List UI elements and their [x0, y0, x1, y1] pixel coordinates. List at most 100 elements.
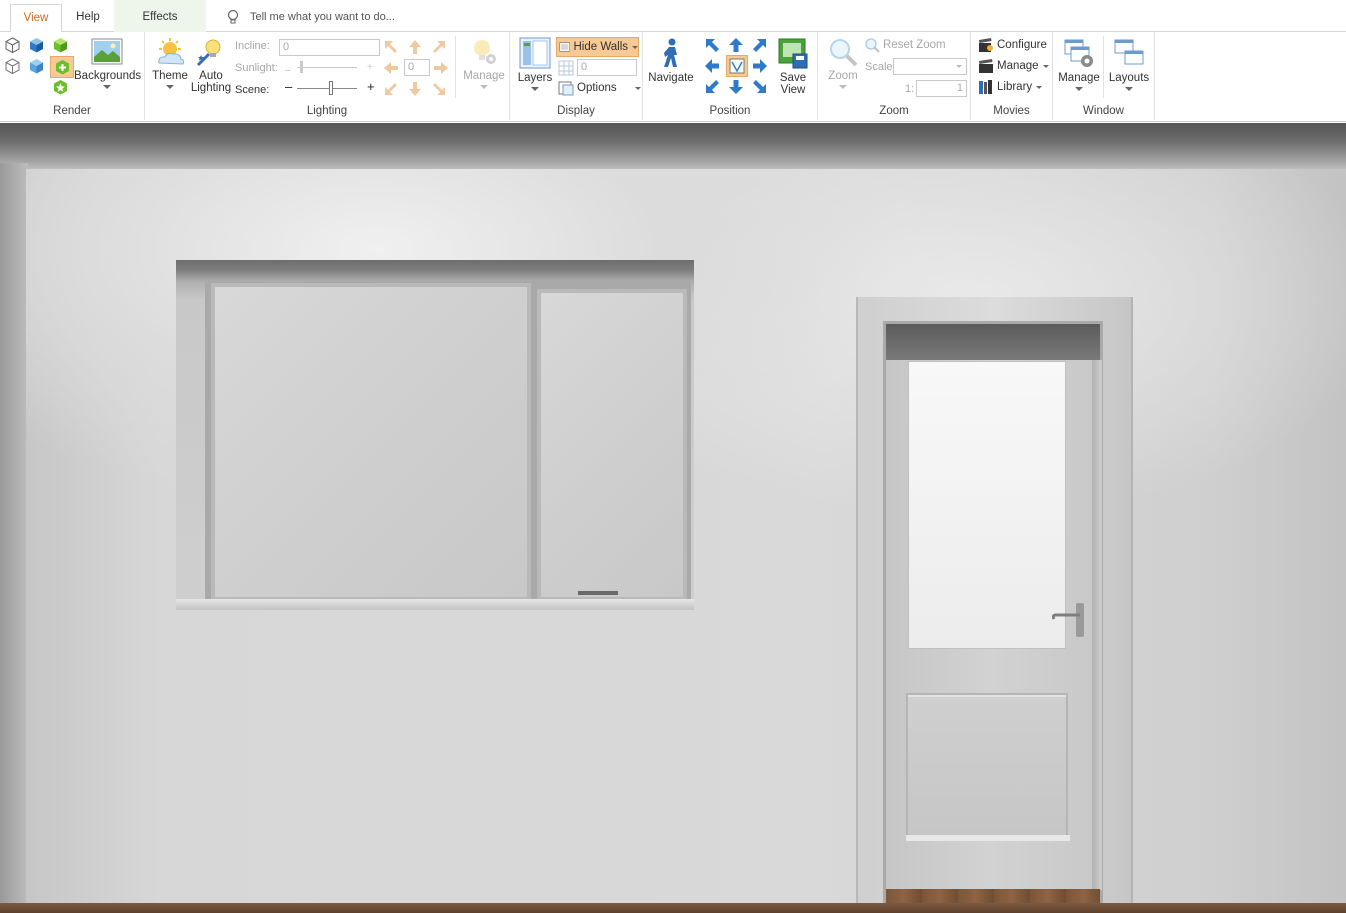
hide-walls-button[interactable]: Hide Walls [556, 37, 639, 57]
theme-label: Theme [152, 70, 188, 82]
backgrounds-label: Backgrounds [74, 70, 142, 82]
hide-walls-label: Hide Walls [573, 41, 628, 53]
ceiling [0, 123, 1346, 171]
incline-input[interactable]: 0 [279, 39, 380, 56]
layouts-button[interactable]: Layouts [1107, 37, 1151, 91]
auto-lighting-label: Auto Lighting [190, 70, 232, 94]
layouts-icon [1114, 39, 1144, 65]
star-cube-icon[interactable] [52, 79, 69, 96]
display-group-label: Display [557, 105, 595, 117]
configure-movie-button[interactable]: Configure [978, 36, 1047, 54]
configure-label: Configure [997, 39, 1047, 51]
scene-slider[interactable]: – + [285, 79, 377, 95]
window-sill [176, 599, 694, 610]
theme-button[interactable]: Theme [150, 37, 190, 89]
movie-library-button[interactable]: Library [978, 78, 1043, 96]
movies-group-label: Movies [993, 105, 1030, 117]
movies-group: Configure Manage Library Movies [971, 32, 1053, 120]
walking-person-icon [664, 38, 677, 67]
green-cube-icon[interactable] [52, 37, 69, 54]
render-group: Backgrounds Render [0, 32, 145, 120]
reset-zoom-button[interactable]: Reset Zoom [864, 36, 946, 54]
sunlight-slider[interactable]: – + [285, 60, 373, 76]
navigate-label: Navigate [648, 72, 694, 84]
arrow-left-sun-icon[interactable] [383, 60, 399, 76]
wireframe-icon[interactable] [4, 37, 21, 54]
sun-cloud-icon [158, 38, 185, 65]
magnifier-icon [830, 39, 858, 67]
navigate-button[interactable]: Navigate [647, 37, 695, 84]
tab-view[interactable]: View [10, 4, 62, 33]
auto-lighting-button[interactable]: Auto Lighting [189, 37, 233, 94]
scale-ratio-prefix: 1: [905, 83, 915, 95]
blue-cube-icon[interactable] [28, 58, 45, 75]
window-manage-button[interactable]: Manage [1057, 37, 1101, 91]
zoom-group-label: Zoom [879, 105, 909, 117]
tab-help[interactable]: Help [64, 4, 112, 32]
3d-viewport[interactable] [0, 123, 1346, 913]
arrow-up-left-sun-icon[interactable] [383, 39, 399, 55]
layers-button[interactable]: Layers [516, 37, 554, 91]
arrow-up-right-icon[interactable] [752, 37, 768, 53]
hide-walls-icon [559, 42, 571, 52]
grid-spacing-input[interactable]: 0 [577, 59, 637, 76]
magic-wand-bulb-icon [196, 39, 221, 67]
tab-effects[interactable]: Effects [114, 0, 206, 32]
arrow-left-icon[interactable] [704, 58, 720, 74]
windows-gear-icon [1064, 39, 1093, 67]
arrow-down-right-icon[interactable] [752, 79, 768, 95]
options-icon [558, 81, 574, 96]
library-label: Library [997, 81, 1033, 93]
arrow-right-sun-icon[interactable] [433, 60, 449, 76]
door-glass-panel [908, 361, 1066, 649]
door-head [886, 324, 1100, 360]
library-books-icon [979, 80, 992, 94]
backgrounds-button[interactable]: Backgrounds [74, 37, 142, 89]
arrow-up-sun-icon[interactable] [407, 39, 423, 55]
arrow-down-sun-icon[interactable] [407, 81, 423, 97]
layers-label: Layers [517, 72, 553, 84]
window-pane-left [211, 283, 531, 601]
lighting-group-label: Lighting [306, 105, 348, 117]
window-group-label: Window [1083, 105, 1124, 117]
zoom-button[interactable]: Zoom [823, 37, 863, 89]
arrow-down-right-sun-icon[interactable] [431, 81, 447, 97]
arrow-down-icon[interactable] [728, 79, 744, 95]
ribbon-tab-bar: View Help Effects Tell me what you want … [0, 0, 1346, 33]
arrow-up-left-icon[interactable] [704, 37, 720, 53]
window-group: Manage Layouts Window [1053, 32, 1155, 120]
arrow-right-icon[interactable] [752, 58, 768, 74]
arrow-down-left-sun-icon[interactable] [383, 81, 399, 97]
arrow-down-left-icon[interactable] [704, 79, 720, 95]
scene-label: Scene: [235, 84, 270, 96]
options-button[interactable]: Options [558, 79, 641, 97]
window-pane-right [537, 289, 687, 601]
lighting-manage-button[interactable]: Manage [461, 37, 507, 89]
clapperboard-gear-icon [979, 38, 993, 52]
save-view-button[interactable]: Save View [773, 37, 813, 96]
window-separator [1103, 36, 1104, 98]
grid-icon [558, 60, 574, 76]
tell-me-search[interactable]: Tell me what you want to do... [226, 8, 395, 26]
clapperboard-icon [979, 59, 993, 73]
floor [0, 903, 1346, 913]
sunlight-label: Sunlight: [235, 62, 278, 74]
lighting-group: Theme Auto Lighting Incline: 0 Sunlight:… [145, 32, 510, 120]
position-group: Navigate Save View Position [643, 32, 818, 120]
movies-manage-label: Manage [997, 60, 1039, 72]
scale-ratio-input[interactable]: 1 [916, 80, 967, 97]
save-view-icon [778, 38, 808, 69]
arrow-up-icon[interactable] [728, 37, 744, 53]
level-view-button[interactable] [726, 55, 748, 77]
arrow-up-right-sun-icon[interactable] [431, 39, 447, 55]
manage-movies-button[interactable]: Manage [978, 57, 1049, 75]
render-group-label: Render [53, 105, 91, 117]
scale-select[interactable] [893, 58, 967, 75]
outline-cube-icon[interactable] [4, 58, 21, 75]
scale-label: Scale: [865, 61, 896, 73]
shaded-cube-icon[interactable] [28, 37, 45, 54]
sun-rotation-input[interactable]: 0 [404, 59, 430, 76]
add-cube-button[interactable] [50, 56, 74, 78]
options-label: Options [577, 82, 617, 94]
lighting-manage-label: Manage [463, 70, 505, 82]
